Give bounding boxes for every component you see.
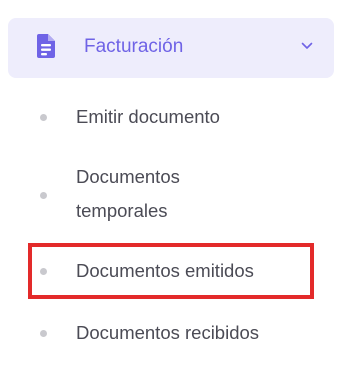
bullet-icon — [40, 192, 47, 199]
highlight-box — [28, 243, 314, 299]
submenu-item-label: Documentos temporales — [76, 166, 180, 221]
submenu-item-label: Documentos recibidos — [76, 322, 260, 343]
chevron-down-icon[interactable] — [301, 41, 313, 51]
bullet-icon — [40, 114, 47, 121]
submenu-item-emitir-documento[interactable]: Emitir documento — [0, 100, 340, 134]
submenu-item-documentos-temporales[interactable]: Documentos temporales — [0, 160, 340, 228]
menu-section-label: Facturación — [84, 36, 184, 57]
bullet-icon — [40, 330, 47, 337]
menu-section-facturacion[interactable]: Facturación — [8, 18, 334, 78]
submenu-item-documentos-recibidos[interactable]: Documentos recibidos — [0, 316, 340, 350]
document-icon — [37, 34, 55, 58]
submenu-item-label: Emitir documento — [76, 106, 220, 127]
